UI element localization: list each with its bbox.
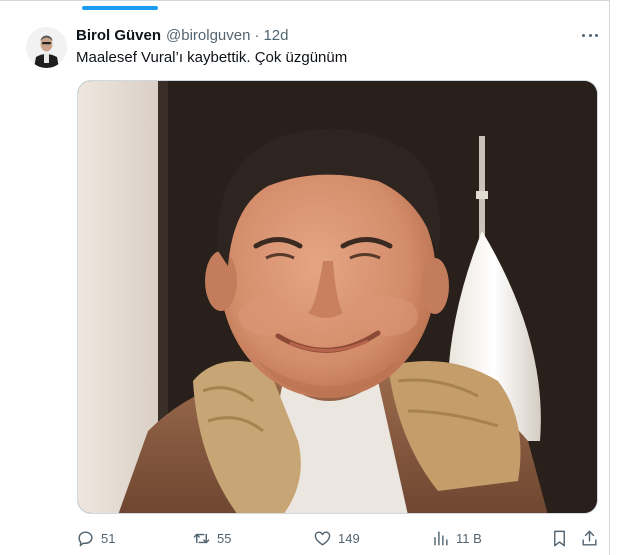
timestamp[interactable]: 12d: [263, 27, 288, 44]
heart-icon: [314, 530, 331, 546]
more-dot-icon: [588, 33, 592, 37]
views-count: 11 B: [456, 530, 482, 546]
bar-chart-icon: [434, 530, 448, 546]
author-name[interactable]: Birol Güven: [76, 27, 161, 44]
views-button[interactable]: 11 B: [431, 527, 482, 549]
avatar[interactable]: [26, 27, 67, 68]
action-bar: 51 55 149 11 B: [76, 527, 602, 549]
more-dot-icon: [582, 33, 585, 37]
active-tab-indicator: [82, 6, 158, 10]
author-handle[interactable]: @birolguven: [166, 27, 250, 44]
separator-dot: ·: [254, 26, 260, 44]
tweet-card: Birol Güven @birolguven · 12d Maalesef V…: [0, 0, 622, 555]
tweet-text: Maalesef Vural’ı kaybettik. Çok üzgünüm: [76, 49, 348, 66]
like-button[interactable]: 149: [313, 527, 360, 549]
retweet-count: 55: [217, 530, 232, 546]
person-avatar-icon: [26, 27, 67, 68]
reply-count: 51: [101, 530, 116, 546]
retweet-icon: [193, 533, 210, 543]
more-dot-icon: [595, 33, 598, 37]
retweet-button[interactable]: 55: [192, 527, 231, 549]
bookmark-button[interactable]: [550, 527, 569, 549]
tweet-photo[interactable]: [77, 80, 598, 514]
bookmark-icon: [554, 530, 565, 546]
reply-button[interactable]: 51: [76, 527, 115, 549]
right-divider: [609, 0, 610, 555]
top-divider: [0, 0, 610, 1]
photo-of-smiling-man: [78, 81, 597, 513]
share-icon: [582, 530, 597, 546]
tweet-header: Birol Güven @birolguven · 12d: [76, 25, 289, 45]
more-options-button[interactable]: [580, 28, 600, 42]
reply-bubble-icon: [78, 530, 93, 546]
share-button[interactable]: [580, 527, 599, 549]
like-count: 149: [338, 530, 360, 546]
